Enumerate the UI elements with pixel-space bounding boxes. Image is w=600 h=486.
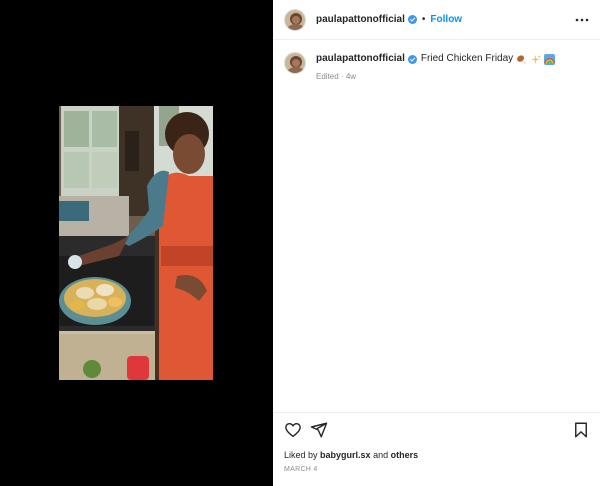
avatar[interactable] xyxy=(284,8,306,31)
media-pane xyxy=(0,0,273,486)
follow-button[interactable]: Follow xyxy=(430,14,462,25)
sparkles-emoji xyxy=(530,54,542,65)
post-date[interactable]: MARCH 4 xyxy=(284,466,318,473)
rainbow-emoji xyxy=(544,53,556,65)
post-sidebar: paulapattonofficial • Follow paulapatton… xyxy=(273,0,600,486)
more-options-icon[interactable] xyxy=(574,12,590,28)
verified-badge-icon xyxy=(407,54,417,64)
divider xyxy=(273,412,600,413)
caption-line: paulapattonofficial Fried Chicken Friday xyxy=(316,51,556,67)
instagram-post-view: paulapattonofficial • Follow paulapatton… xyxy=(0,0,600,486)
verified-badge-icon xyxy=(407,15,417,24)
post-header: paulapattonofficial • Follow xyxy=(273,0,600,40)
bookmark-icon[interactable] xyxy=(572,421,590,439)
caption-username-link[interactable]: paulapattonofficial xyxy=(316,51,405,67)
post-caption: paulapattonofficial Fried Chicken Friday xyxy=(284,51,590,81)
edited-label: Edited xyxy=(316,72,339,81)
likes-summary: Liked by babygurl.sx and others xyxy=(284,450,418,460)
caption-avatar[interactable] xyxy=(284,52,306,74)
heart-icon[interactable] xyxy=(284,421,302,439)
cooking-video-frame xyxy=(59,106,213,380)
header-separator: • xyxy=(421,14,426,25)
meta-separator: · xyxy=(340,72,344,81)
liked-by-user-link[interactable]: babygurl.sx xyxy=(320,450,371,460)
send-icon[interactable] xyxy=(310,421,328,439)
post-media[interactable] xyxy=(59,106,213,380)
liked-by-prefix: Liked by xyxy=(284,450,318,460)
caption-text: Fried Chicken Friday xyxy=(420,53,514,64)
drumstick-emoji xyxy=(516,54,527,65)
username-link[interactable]: paulapattonofficial xyxy=(316,14,405,25)
post-age[interactable]: 4w xyxy=(346,72,356,81)
caption-body: paulapattonofficial Fried Chicken Friday xyxy=(316,51,556,81)
action-bar xyxy=(284,421,590,441)
caption-meta: Edited · 4w xyxy=(316,72,555,81)
liked-by-others-link[interactable]: others xyxy=(391,450,419,460)
liked-by-and: and xyxy=(373,450,389,460)
